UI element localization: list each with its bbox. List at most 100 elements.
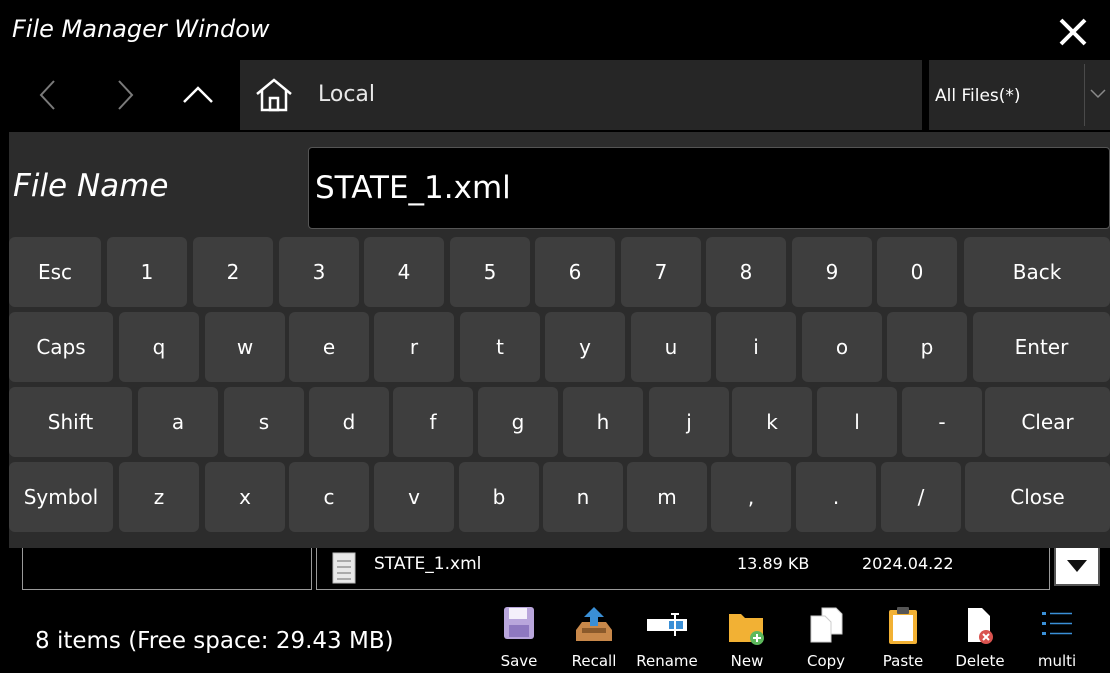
file-size-cell: 13.89 KB <box>737 554 810 573</box>
key-row4-7[interactable]: m <box>627 462 707 532</box>
list-icon <box>1042 612 1072 635</box>
rename-button[interactable]: Rename <box>636 604 698 673</box>
key-row2-5[interactable]: t <box>460 312 540 382</box>
key-row2-4[interactable]: r <box>374 312 454 382</box>
chevron-up-icon <box>183 86 213 103</box>
dropdown-divider <box>1084 64 1085 126</box>
close-window-button[interactable] <box>1054 10 1094 50</box>
key-row1-4[interactable]: 4 <box>364 237 444 307</box>
key-row1-11[interactable]: Back <box>964 237 1110 307</box>
copy-button[interactable]: Copy <box>795 604 857 673</box>
file-name-input[interactable]: STATE_1.xml <box>308 147 1110 229</box>
delete-label: Delete <box>955 652 1005 670</box>
status-text: 8 items (Free space: 29.43 MB) <box>35 628 394 654</box>
key-row2-0[interactable]: Caps <box>9 312 113 382</box>
key-row4-6[interactable]: n <box>543 462 623 532</box>
key-row2-2[interactable]: w <box>205 312 285 382</box>
key-row2-1[interactable]: q <box>119 312 199 382</box>
key-row1-3[interactable]: 3 <box>279 237 359 307</box>
key-row3-2[interactable]: s <box>224 387 304 457</box>
key-row4-10[interactable]: / <box>881 462 961 532</box>
key-row2-9[interactable]: o <box>802 312 882 382</box>
file-date-cell: 2024.04.22 <box>862 554 954 573</box>
file-name-label: File Name <box>13 168 169 204</box>
key-row1-9[interactable]: 9 <box>792 237 872 307</box>
key-row3-5[interactable]: g <box>478 387 558 457</box>
file-list-left-column <box>22 548 312 590</box>
path-label: Local <box>318 82 376 107</box>
triangle-down-icon <box>1067 560 1087 572</box>
file-filter-value: All Files(*) <box>935 86 1021 106</box>
key-row4-3[interactable]: c <box>289 462 369 532</box>
save-label: Save <box>500 652 538 670</box>
key-row2-6[interactable]: y <box>545 312 625 382</box>
key-row1-2[interactable]: 2 <box>193 237 273 307</box>
key-row3-1[interactable]: a <box>138 387 218 457</box>
recall-button[interactable]: Recall <box>563 604 625 673</box>
multi-select-button[interactable]: multi <box>1026 604 1088 673</box>
key-row4-1[interactable]: z <box>119 462 199 532</box>
copy-icon <box>810 607 843 643</box>
chevron-left-icon <box>39 80 55 110</box>
back-button[interactable] <box>18 58 78 132</box>
close-icon <box>1059 18 1087 46</box>
key-row3-8[interactable]: k <box>732 387 812 457</box>
key-row4-0[interactable]: Symbol <box>9 462 113 532</box>
key-row3-0[interactable]: Shift <box>9 387 132 457</box>
delete-icon <box>968 608 993 644</box>
virtual-keyboard-panel: File Name STATE_1.xml Esc 1 2 3 4 5 6 7 8 9 0 Back … <box>9 132 1110 548</box>
key-row1-8[interactable]: 8 <box>706 237 786 307</box>
paste-button[interactable]: Paste <box>872 604 934 673</box>
key-row1-6[interactable]: 6 <box>535 237 615 307</box>
chevron-right-icon <box>118 80 134 110</box>
window-title: File Manager Window <box>12 15 270 43</box>
up-directory-button[interactable] <box>168 58 228 132</box>
key-row3-7[interactable]: j <box>649 387 729 457</box>
file-icon <box>332 552 356 584</box>
key-row2-10[interactable]: p <box>887 312 967 382</box>
keyboard-row-3: Shift a s d f g h j k l - Clear <box>9 387 1110 457</box>
save-button[interactable]: Save <box>488 604 550 673</box>
rename-label: Rename <box>636 652 698 670</box>
key-row1-1[interactable]: 1 <box>107 237 187 307</box>
file-name-cell: STATE_1.xml <box>374 554 482 574</box>
paste-label: Paste <box>882 652 924 670</box>
key-row3-4[interactable]: f <box>393 387 473 457</box>
forward-button[interactable] <box>95 58 155 132</box>
new-folder-icon <box>729 614 764 645</box>
key-row3-10[interactable]: - <box>902 387 982 457</box>
key-row4-5[interactable]: b <box>459 462 539 532</box>
key-row1-10[interactable]: 0 <box>877 237 957 307</box>
file-filter-dropdown[interactable]: All Files(*) <box>929 60 1110 130</box>
key-row1-5[interactable]: 5 <box>450 237 530 307</box>
key-row4-2[interactable]: x <box>205 462 285 532</box>
path-breadcrumb[interactable]: Local <box>240 60 922 130</box>
key-row3-6[interactable]: h <box>563 387 643 457</box>
title-bar: File Manager Window <box>0 0 1110 58</box>
key-row3-11[interactable]: Clear <box>985 387 1110 457</box>
key-row2-11[interactable]: Enter <box>973 312 1110 382</box>
chevron-down-icon <box>1090 89 1106 99</box>
key-row4-8[interactable]: , <box>711 462 791 532</box>
key-row1-7[interactable]: 7 <box>621 237 701 307</box>
recall-label: Recall <box>571 652 617 670</box>
recall-icon <box>576 607 612 641</box>
key-row2-8[interactable]: i <box>716 312 796 382</box>
key-row2-7[interactable]: u <box>631 312 711 382</box>
rename-icon <box>647 613 687 636</box>
paste-icon <box>889 607 917 644</box>
key-row4-9[interactable]: . <box>796 462 876 532</box>
keyboard-row-4: Symbol z x c v b n m,. / Close <box>9 462 1110 532</box>
key-row4-11[interactable]: Close <box>965 462 1110 532</box>
navigation-bar: Local All Files(*) <box>0 58 1110 132</box>
key-row3-3[interactable]: d <box>309 387 389 457</box>
home-icon <box>256 78 292 112</box>
delete-button[interactable]: Delete <box>949 604 1011 673</box>
key-row4-4[interactable]: v <box>374 462 454 532</box>
key-row1-0[interactable]: Esc <box>9 237 101 307</box>
new-button[interactable]: New <box>716 604 778 673</box>
multi-label: multi <box>1037 652 1077 670</box>
scroll-down-button[interactable] <box>1054 548 1100 586</box>
key-row2-3[interactable]: e <box>289 312 369 382</box>
key-row3-9[interactable]: l <box>817 387 897 457</box>
